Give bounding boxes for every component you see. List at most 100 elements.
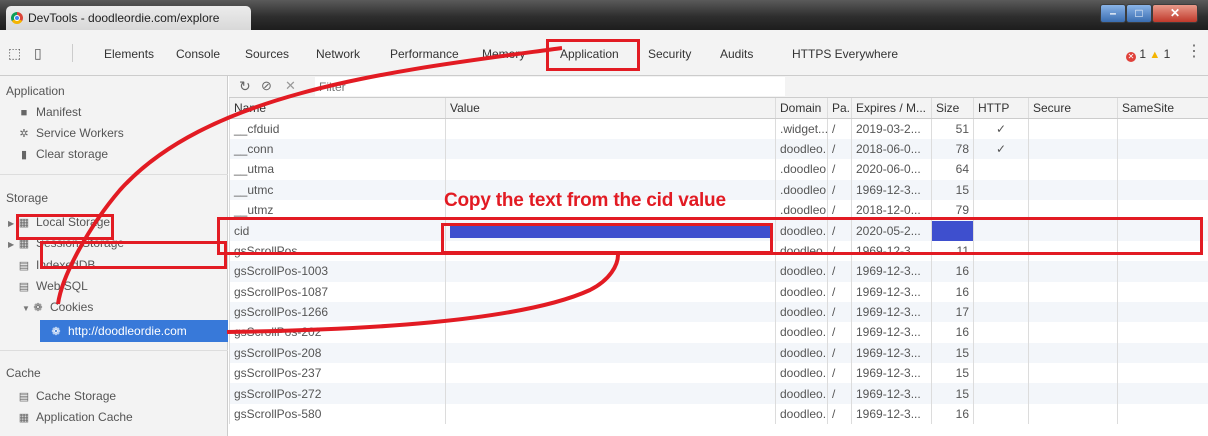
filter-input[interactable] xyxy=(315,77,785,96)
table-row[interactable]: gsScrollPos-580 doodleo.../1969-12-3... 16 xyxy=(229,403,1208,425)
tab-network[interactable]: Network xyxy=(316,47,360,61)
cell-expires: 1969-12-3... xyxy=(851,179,932,200)
sidebar-item-label: IndexedDB xyxy=(36,258,96,272)
application-tab-highlight xyxy=(546,39,640,71)
column-header-value[interactable]: Value xyxy=(445,98,776,119)
table-row[interactable]: gsScrollPos-272 doodleo.../1969-12-3... 15 xyxy=(229,383,1208,404)
minimize-button[interactable]: – xyxy=(1100,4,1126,23)
sidebar-item-cookies[interactable]: ▼ ❁ Cookies xyxy=(22,300,93,314)
column-header-path[interactable]: Pa... xyxy=(827,98,852,119)
cell-secure xyxy=(1028,363,1118,384)
table-row[interactable]: gsScrollPos doodleo.../1969-12-3... 11 xyxy=(229,240,1208,262)
column-header-samesite[interactable]: SameSite xyxy=(1117,98,1208,119)
cell-path: / xyxy=(827,322,852,343)
tab-sources[interactable]: Sources xyxy=(245,47,289,61)
cell-size: 79 xyxy=(931,199,974,221)
window-tab[interactable]: DevTools - doodleordie.com/explore xyxy=(6,6,251,30)
sidebar-item-label: Local Storage xyxy=(36,215,111,229)
table-row[interactable]: gsScrollPos-1087 doodleo.../1969-12-3... 1… xyxy=(229,281,1208,302)
table-row[interactable]: __utmc .doodleo.../1969-12-3...15 xyxy=(229,179,1208,200)
warning-count: 1 xyxy=(1163,47,1171,61)
cell-secure xyxy=(1028,138,1118,160)
column-header-http[interactable]: HTTP xyxy=(973,98,1029,119)
sidebar-item-indexeddb[interactable]: ▤ IndexedDB xyxy=(18,258,96,272)
close-button[interactable]: ✕ xyxy=(1152,4,1198,23)
cell-size xyxy=(931,220,974,241)
cell-name: gsScrollPos-1266 xyxy=(229,301,446,323)
column-header-size[interactable]: Size xyxy=(931,98,974,119)
maximize-button[interactable]: □ xyxy=(1126,4,1152,23)
clear-all-icon[interactable]: ⊘ xyxy=(261,78,272,94)
cell-size: 64 xyxy=(931,159,974,180)
console-status[interactable]: ✕ 1 ▲ 1 xyxy=(1126,47,1170,62)
inspect-element-icon[interactable]: ⬚ xyxy=(8,45,21,62)
delete-selected-icon[interactable]: ✕ xyxy=(285,78,296,94)
sidebar-item-manifest[interactable]: ■ Manifest xyxy=(18,105,82,119)
table-row[interactable]: gsScrollPos-1266 doodleo.../1969-12-3... 1… xyxy=(229,301,1208,323)
sidebar-item-web-sql[interactable]: ▤ Web SQL xyxy=(18,279,88,293)
cell-path: / xyxy=(827,118,852,139)
tab-https-everywhere[interactable]: HTTPS Everywhere xyxy=(792,47,898,61)
expand-arrow-icon[interactable]: ▶ xyxy=(8,219,18,228)
column-header-expires[interactable]: Expires / M... xyxy=(851,98,932,119)
cell-path: / xyxy=(827,261,852,282)
tab-performance[interactable]: Performance xyxy=(390,47,459,61)
device-toggle-icon[interactable]: ▯ xyxy=(34,45,42,62)
cell-secure xyxy=(1028,281,1118,302)
tab-memory[interactable]: Memory xyxy=(482,47,525,61)
sidebar-item-clear-storage[interactable]: ▮ Clear storage xyxy=(18,147,108,161)
table-row[interactable]: gsScrollPos-208 doodleo.../1969-12-3... 15 xyxy=(229,342,1208,364)
collapse-arrow-icon[interactable]: ▼ xyxy=(22,304,32,313)
table-row[interactable]: __utmz .doodleo.../2018-12-0...79 xyxy=(229,199,1208,221)
cell-samesite xyxy=(1117,322,1208,343)
cell-secure xyxy=(1028,342,1118,364)
sidebar-item-application-cache[interactable]: ▦ Application Cache xyxy=(18,410,133,424)
tab-console[interactable]: Console xyxy=(176,47,220,61)
refresh-icon[interactable]: ↻ xyxy=(239,78,251,95)
tab-security[interactable]: Security xyxy=(648,47,691,61)
cell-expires: 1969-12-3... xyxy=(851,383,932,404)
sidebar-item-service-workers[interactable]: ✲ Service Workers xyxy=(18,126,124,140)
tab-audits[interactable]: Audits xyxy=(720,47,753,61)
table-row[interactable]: __conn doodleo.../2018-06-0... 78 ✓ xyxy=(229,138,1208,160)
cell-http xyxy=(973,403,1029,425)
sidebar-item-cookie-domain-label[interactable]: ❁ http://doodleordie.com xyxy=(50,324,186,338)
cell-samesite xyxy=(1117,281,1208,302)
expand-arrow-icon[interactable]: ▶ xyxy=(8,240,18,249)
table-row[interactable]: __cfduid .widget.../2019-03-2... 51 ✓ xyxy=(229,118,1208,139)
cell-secure xyxy=(1028,159,1118,180)
cell-secure xyxy=(1028,179,1118,200)
sidebar-item-local-storage[interactable]: ▶ ▦ Local Storage xyxy=(8,215,110,229)
column-header-domain[interactable]: Domain xyxy=(775,98,828,119)
cell-size: 15 xyxy=(931,383,974,404)
cell-path: / xyxy=(827,403,852,425)
cell-expires: 1969-12-3... xyxy=(851,322,932,343)
sidebar-item-label: Clear storage xyxy=(36,147,109,161)
table-row[interactable]: __utma .doodleo.../2020-06-0...64 xyxy=(229,159,1208,180)
cell-value xyxy=(445,118,776,139)
grid-icon: ▦ xyxy=(18,412,30,424)
cell-domain: doodleo... xyxy=(775,220,828,241)
cell-domain: .doodleo... xyxy=(775,159,828,180)
cell-domain: .doodleo... xyxy=(775,179,828,200)
sidebar-item-label: Cache Storage xyxy=(36,389,117,403)
cell-expires: 1969-12-3... xyxy=(851,261,932,282)
cell-expires: 2018-06-0... xyxy=(851,138,932,160)
table-row[interactable]: gsScrollPos-237 doodleo.../1969-12-3... 15 xyxy=(229,363,1208,384)
sidebar-item-cache-storage[interactable]: ▤ Cache Storage xyxy=(18,389,116,403)
cell-samesite xyxy=(1117,199,1208,221)
cell-name: __utma xyxy=(229,159,446,180)
cell-size: 15 xyxy=(931,342,974,364)
column-header-name[interactable]: Name xyxy=(229,98,446,119)
sidebar-item-label: Service Workers xyxy=(36,126,124,140)
sidebar-item-session-storage[interactable]: ▶ ▦ Session Storage xyxy=(8,236,124,250)
more-options-icon[interactable]: ⋮ xyxy=(1186,44,1202,60)
cell-samesite xyxy=(1117,261,1208,282)
column-header-secure[interactable]: Secure xyxy=(1028,98,1118,119)
table-row[interactable]: cid doodleo.../2020-05-2... xyxy=(229,220,1208,241)
table-row[interactable]: gsScrollPos-202 doodleo.../1969-12-3... 16 xyxy=(229,322,1208,343)
tab-elements[interactable]: Elements xyxy=(104,47,154,61)
table-row[interactable]: gsScrollPos-1003 doodleo.../1969-12-3... 1… xyxy=(229,261,1208,282)
cell-name: __cfduid xyxy=(229,118,446,139)
cell-http xyxy=(973,240,1029,262)
